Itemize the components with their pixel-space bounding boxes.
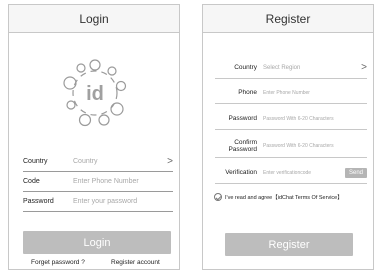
register-title: Register [265, 11, 311, 26]
reg-country-label: Country [234, 64, 257, 71]
login-screen: Login id Country Country > Code Enter Ph [8, 4, 180, 270]
chevron-right-icon[interactable]: > [361, 62, 367, 73]
login-title: Login [79, 11, 109, 26]
login-button[interactable]: Login [23, 231, 171, 254]
reg-phone-input[interactable]: Enter Phone Number [263, 90, 367, 96]
reg-confirm-input[interactable]: Password With 6-20 Characters [263, 143, 367, 149]
password-field[interactable]: Password Enter your password [23, 192, 173, 212]
phone-input[interactable]: Enter Phone Number [73, 178, 173, 185]
agreement-row[interactable]: I've read and agree【idChat Terms Of Serv… [214, 193, 343, 201]
logo-text: id [86, 83, 104, 105]
reg-password-label: Password [228, 115, 257, 122]
reg-confirm-password-field[interactable]: Confirm Password Password With 6-20 Char… [215, 134, 367, 158]
verification-input[interactable]: Enter verificationcode [263, 170, 345, 176]
reg-country-field[interactable]: Country Select Region > [215, 57, 367, 79]
reg-password-field[interactable]: Password Password With 6-20 Characters [215, 108, 367, 130]
reg-verification-label: Verification [225, 169, 257, 176]
login-title-bar: Login [9, 5, 179, 33]
country-field[interactable]: Country Country > [23, 152, 173, 172]
region-select[interactable]: Select Region [263, 65, 361, 71]
reg-verification-field[interactable]: Verification Enter verificationcode Send [215, 162, 367, 184]
code-field[interactable]: Code Enter Phone Number [23, 172, 173, 192]
country-value: Country [73, 158, 98, 165]
code-label: Code [23, 178, 40, 185]
send-code-button[interactable]: Send [345, 167, 367, 178]
register-title-bar: Register [203, 5, 373, 33]
password-input[interactable]: Enter your password [73, 198, 173, 205]
check-circle-icon[interactable] [214, 193, 222, 201]
forgot-password-link[interactable]: Forget password ? [31, 259, 85, 266]
register-account-link[interactable]: Register account [111, 259, 160, 266]
country-label: Country [23, 158, 48, 165]
chevron-right-icon[interactable]: > [165, 156, 173, 167]
password-label: Password [23, 198, 54, 205]
agreement-text: I've read and agree【idChat Terms Of Serv… [225, 195, 343, 201]
reg-confirm-label: Confirm Password [228, 138, 257, 153]
register-button[interactable]: Register [225, 233, 353, 256]
reg-phone-label: Phone [238, 89, 257, 96]
id-logo-icon: id [61, 55, 129, 131]
register-screen: Register Country Select Region > Phone E… [202, 4, 374, 270]
reg-password-input[interactable]: Password With 6-20 Characters [263, 116, 367, 122]
reg-phone-field[interactable]: Phone Enter Phone Number [215, 82, 367, 104]
